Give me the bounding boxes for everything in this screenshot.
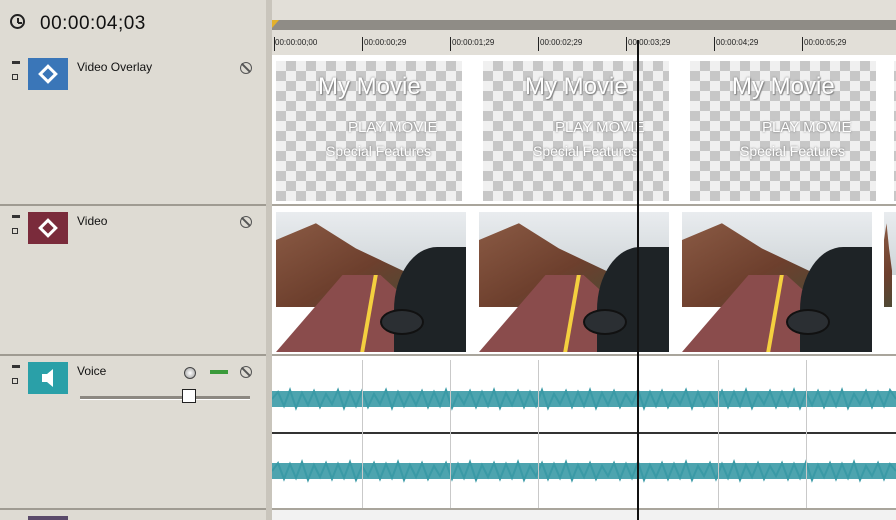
track-header-voice[interactable]: Voice <box>0 356 266 510</box>
video-thumbnail[interactable] <box>276 212 466 352</box>
tick-label: 00:00:01;29 <box>452 38 495 47</box>
playhead-cursor[interactable] <box>637 40 639 520</box>
grid-line <box>538 360 539 508</box>
track-header-video-overlay[interactable]: Video Overlay <box>0 52 266 206</box>
tick-label: 00:00:00;29 <box>364 38 407 47</box>
menu-clip[interactable]: My Movie PLAY MOVIE Special Features <box>276 61 462 201</box>
collapse-icon[interactable] <box>12 365 20 368</box>
clock-icon <box>10 14 25 29</box>
work-area-bar[interactable] <box>272 20 896 30</box>
menu-play-label: PLAY MOVIE <box>555 119 645 136</box>
track-header-video[interactable]: Video <box>0 206 266 356</box>
music-icon <box>28 516 68 520</box>
audio-waveform-right[interactable] <box>272 436 896 506</box>
channel-divider <box>272 432 896 434</box>
audio-waveform-left[interactable] <box>272 364 896 434</box>
menu-clip[interactable]: My Movie PLAY MOVIE Special Features <box>483 61 669 201</box>
menu-title: My Movie <box>525 73 628 100</box>
video-thumbnail[interactable] <box>682 212 872 352</box>
track-header-panel: 00:00:04;03 Video Overlay Video Voice <box>0 0 270 520</box>
menu-title: My Movie <box>318 73 421 100</box>
timeline[interactable]: 00:00:00;00 00:00:00;29 00:00:01;29 00:0… <box>272 0 896 520</box>
menu-clip[interactable]: My Movie PLAY MOVIE Special Features <box>690 61 876 201</box>
tick-label: 00:00:00;00 <box>275 38 318 47</box>
track-lane-video[interactable] <box>272 206 896 356</box>
track-lane-music[interactable] <box>272 510 896 520</box>
grid-line <box>718 360 719 508</box>
menu-title: My Movie <box>732 73 835 100</box>
time-ruler[interactable]: 00:00:00;00 00:00:00;29 00:00:01;29 00:0… <box>272 0 896 56</box>
mute-icon[interactable] <box>240 366 252 378</box>
track-name: Video <box>77 214 108 228</box>
menu-features-label: Special Features <box>326 143 432 159</box>
video-overlay-icon <box>28 58 68 90</box>
mute-icon[interactable] <box>240 216 252 228</box>
grid-line <box>362 360 363 508</box>
video-icon <box>28 212 68 244</box>
solo-icon[interactable] <box>184 367 196 379</box>
track-lane-voice[interactable] <box>272 356 896 510</box>
expand-icon[interactable] <box>12 228 18 234</box>
grid-line <box>450 360 451 508</box>
volume-slider-thumb[interactable] <box>182 389 196 403</box>
video-thumbnail[interactable] <box>884 212 896 352</box>
volume-slider-track[interactable] <box>80 396 250 400</box>
tick-label: 00:00:03;29 <box>628 38 671 47</box>
speaker-icon <box>28 362 68 394</box>
current-timecode[interactable]: 00:00:04;03 <box>40 13 146 35</box>
collapse-icon[interactable] <box>12 215 20 218</box>
audio-fx-icon[interactable] <box>210 370 228 374</box>
track-header-music[interactable] <box>0 510 266 520</box>
tick-label: 00:00:05;29 <box>804 38 847 47</box>
collapse-icon[interactable] <box>12 61 20 64</box>
menu-play-label: PLAY MOVIE <box>348 119 438 136</box>
expand-icon[interactable] <box>12 378 18 384</box>
tick-label: 00:00:02;29 <box>540 38 583 47</box>
track-lane-video-overlay[interactable]: My Movie PLAY MOVIE Special Features My … <box>272 55 896 206</box>
timecode-bar: 00:00:04;03 <box>0 0 270 53</box>
expand-icon[interactable] <box>12 74 18 80</box>
menu-play-label: PLAY MOVIE <box>762 119 852 136</box>
menu-features-label: Special Features <box>740 143 846 159</box>
menu-features-label: Special Features <box>533 143 639 159</box>
tick-label: 00:00:04;29 <box>716 38 759 47</box>
mute-icon[interactable] <box>240 62 252 74</box>
track-name: Voice <box>77 364 107 378</box>
video-thumbnail[interactable] <box>479 212 669 352</box>
track-name: Video Overlay <box>77 60 153 74</box>
grid-line <box>806 360 807 508</box>
in-point-marker[interactable] <box>272 20 279 28</box>
